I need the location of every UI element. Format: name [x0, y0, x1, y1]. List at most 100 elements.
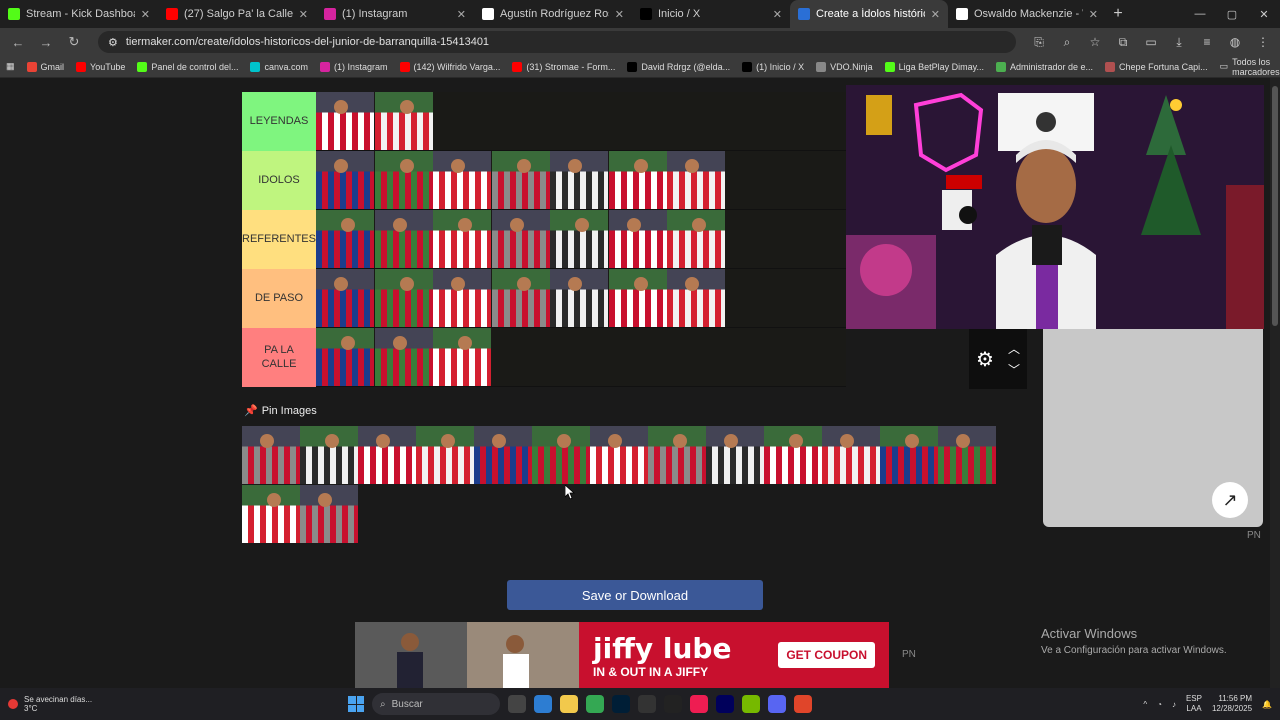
player-image[interactable] — [590, 426, 648, 484]
player-image[interactable] — [491, 210, 550, 268]
player-image[interactable] — [648, 426, 706, 484]
bookmark-item[interactable]: (142) Wilfrido Varga... — [399, 61, 500, 72]
reload-icon[interactable]: ↻ — [62, 30, 86, 54]
save-download-button[interactable]: Save or Download — [507, 580, 763, 610]
ad-banner[interactable]: jiffy lube IN & OUT IN A JIFFY GET COUPO… — [355, 622, 889, 688]
player-image[interactable] — [667, 210, 725, 268]
chrome-icon[interactable] — [586, 695, 604, 713]
gear-icon[interactable]: ⚙ — [976, 347, 994, 372]
bookmark-item[interactable]: Chepe Fortuna Capi... — [1105, 61, 1208, 72]
clock[interactable]: 11:56 PM 12/28/2025 — [1212, 694, 1252, 715]
player-image[interactable] — [300, 485, 358, 543]
network-icon[interactable]: ◔ — [1157, 700, 1162, 709]
profile-icon[interactable]: ◍ — [1224, 31, 1246, 53]
expand-arrow-icon[interactable]: ↗ — [1212, 482, 1248, 518]
tab-close-icon[interactable]: ✕ — [615, 8, 624, 21]
task-view-icon[interactable] — [508, 695, 526, 713]
player-image[interactable] — [374, 210, 433, 268]
bookmark-item[interactable]: (31) Stromae - Form... — [512, 61, 615, 72]
forward-icon[interactable]: → — [34, 30, 58, 54]
maximize-button[interactable]: ▢ — [1216, 0, 1248, 28]
volume-icon[interactable]: ♪ — [1172, 700, 1176, 709]
player-image[interactable] — [316, 151, 374, 209]
player-image[interactable] — [532, 426, 590, 484]
back-icon[interactable]: ← — [6, 30, 30, 54]
download-icon[interactable]: ⤓ — [1168, 31, 1190, 53]
tab-close-icon[interactable]: ✕ — [1089, 8, 1098, 21]
player-image[interactable] — [374, 328, 433, 386]
nvidia-icon[interactable] — [742, 695, 760, 713]
player-image[interactable] — [374, 269, 433, 327]
tier-label[interactable]: PA LA CALLE — [242, 328, 316, 387]
copilot-icon[interactable] — [534, 695, 552, 713]
bookmark-item[interactable]: YouTube — [76, 61, 125, 72]
close-window-button[interactable]: ✕ — [1248, 0, 1280, 28]
taskbar-search[interactable]: ⌕ Buscar — [372, 693, 500, 715]
bookmark-item[interactable]: Liga BetPlay Dimay... — [884, 61, 984, 72]
bookmark-item[interactable]: (1) Instagram — [320, 61, 388, 72]
tray-chevron-icon[interactable]: ^ — [1143, 700, 1147, 709]
chevron-up-icon[interactable]: ︿ — [1008, 340, 1020, 357]
player-image[interactable] — [433, 151, 491, 209]
player-image[interactable] — [880, 426, 938, 484]
browser-tab[interactable]: Agustín Rodríguez Rosano - W ✕ — [474, 0, 632, 28]
player-image[interactable] — [316, 210, 374, 268]
tier-label[interactable]: LEYENDAS — [242, 92, 316, 151]
tab-close-icon[interactable]: ✕ — [931, 8, 940, 21]
bookmark-item[interactable]: (1) Inicio / X — [742, 61, 804, 72]
bookmark-item[interactable]: Administrador de e... — [996, 61, 1093, 72]
pin-images[interactable]: 📌 Pin Images — [244, 404, 317, 418]
menu-icon[interactable]: ⋮ — [1252, 31, 1274, 53]
player-image[interactable] — [764, 426, 822, 484]
player-image[interactable] — [316, 269, 374, 327]
all-bookmarks[interactable]: ▭ Todos los marcadores — [1220, 57, 1280, 77]
photoshop-icon[interactable] — [612, 695, 630, 713]
player-image[interactable] — [374, 151, 433, 209]
player-image[interactable] — [667, 151, 725, 209]
after-effects-icon[interactable] — [716, 695, 734, 713]
tab-close-icon[interactable]: ✕ — [457, 8, 466, 21]
bookmark-item[interactable]: Gmail — [26, 61, 64, 72]
browser-tab[interactable]: Stream - Kick Dashboard ✕ — [0, 0, 158, 28]
browser-tab[interactable]: Create a Ídolos históricos del Ju ✕ — [790, 0, 948, 28]
obs-icon[interactable] — [664, 695, 682, 713]
tab-close-icon[interactable]: ✕ — [299, 8, 308, 21]
apps-icon[interactable]: ▦ — [6, 61, 15, 72]
bookmark-item[interactable]: Panel de control del... — [137, 61, 238, 72]
player-image[interactable] — [433, 328, 491, 386]
player-image[interactable] — [608, 269, 667, 327]
browser-tab[interactable]: Oswaldo Mackenzie - Wikiped ✕ — [948, 0, 1106, 28]
discord-icon[interactable] — [768, 695, 786, 713]
browser-tab[interactable]: (1) Instagram ✕ — [316, 0, 474, 28]
minimize-button[interactable]: — — [1184, 0, 1216, 28]
player-image[interactable] — [316, 328, 374, 386]
page-scrollbar[interactable] — [1270, 78, 1280, 688]
scrollbar-thumb[interactable] — [1272, 86, 1278, 326]
player-image[interactable] — [300, 426, 358, 484]
bookmark-star-icon[interactable]: ☆ — [1084, 31, 1106, 53]
windows-start-icon[interactable] — [348, 696, 364, 712]
tier-label[interactable]: REFERENTES — [242, 210, 316, 269]
player-image[interactable] — [474, 426, 532, 484]
player-image[interactable] — [550, 151, 608, 209]
player-image[interactable] — [822, 426, 880, 484]
tab-close-icon[interactable]: ✕ — [141, 8, 150, 21]
notification-icon[interactable]: 🔔 — [1262, 700, 1272, 709]
bookmark-item[interactable]: canva.com — [250, 61, 308, 72]
player-image[interactable] — [667, 269, 725, 327]
capcut-icon[interactable] — [638, 695, 656, 713]
weather-widget[interactable]: Se avecinan días... 3°C — [8, 695, 348, 713]
reading-list-icon[interactable]: ≡ — [1196, 31, 1218, 53]
browser-tab[interactable]: Inicio / X ✕ — [632, 0, 790, 28]
player-image[interactable] — [242, 485, 300, 543]
address-bar[interactable]: ⚙ tiermaker.com/create/idolos-historicos… — [98, 31, 1016, 53]
player-image[interactable] — [433, 269, 491, 327]
player-image[interactable] — [608, 151, 667, 209]
get-coupon-button[interactable]: GET COUPON — [778, 642, 875, 668]
player-image[interactable] — [416, 426, 474, 484]
sidepanel-icon[interactable]: ▭ — [1140, 31, 1162, 53]
player-image[interactable] — [433, 210, 491, 268]
bookmark-item[interactable]: David Rdrgz (@elda... — [627, 61, 730, 72]
player-image[interactable] — [491, 151, 550, 209]
site-info-icon[interactable]: ⚙ — [108, 36, 118, 49]
